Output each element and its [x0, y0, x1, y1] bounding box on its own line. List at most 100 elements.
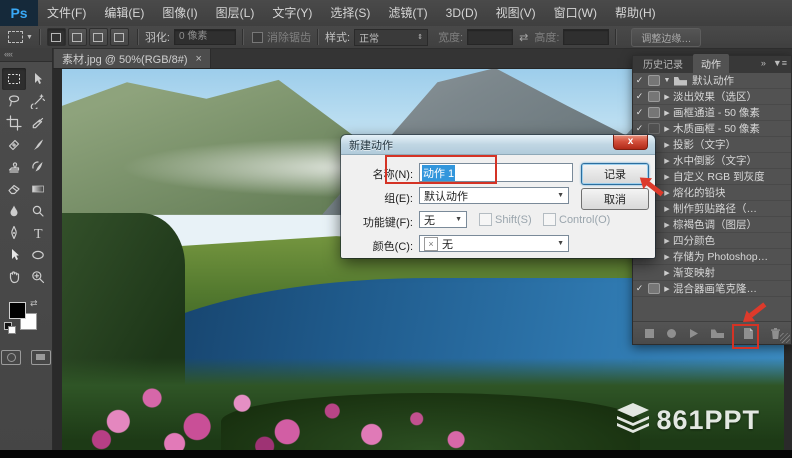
action-row[interactable]: ▶四分颜色: [633, 233, 791, 249]
swap-width-height-icon[interactable]: ⇄: [519, 31, 528, 44]
blur-tool-icon[interactable]: [2, 200, 26, 222]
collapse-tools-icon[interactable]: ««: [0, 48, 52, 62]
feather-input[interactable]: 0 像素: [174, 29, 236, 45]
clone-stamp-tool-icon[interactable]: [2, 156, 26, 178]
menu-item[interactable]: 窗口(W): [545, 0, 606, 26]
stop-icon[interactable]: [644, 328, 655, 339]
modal-dialog-toggle[interactable]: [646, 283, 661, 294]
zoom-tool-icon[interactable]: [26, 266, 50, 288]
action-row[interactable]: ✓▶混合器画笔克隆…: [633, 281, 791, 297]
expander-icon[interactable]: ▶: [661, 269, 673, 277]
color-dropdown[interactable]: × 无 ▼: [419, 235, 569, 252]
record-icon[interactable]: [666, 328, 677, 339]
subtract-from-selection-button[interactable]: [89, 28, 108, 46]
action-row[interactable]: ✓▶画框通道 - 50 像素: [633, 105, 791, 121]
intersect-selection-button[interactable]: [110, 28, 129, 46]
expander-icon[interactable]: ▶: [661, 205, 673, 213]
move-tool-icon[interactable]: [26, 68, 50, 90]
expander-icon[interactable]: ▶: [661, 285, 673, 293]
action-row[interactable]: ▶自定义 RGB 到灰度: [633, 169, 791, 185]
menu-item[interactable]: 图层(L): [207, 0, 264, 26]
tool-preset-picker[interactable]: ▼: [8, 31, 33, 43]
path-selection-tool-icon[interactable]: [2, 244, 26, 266]
brush-tool-icon[interactable]: [26, 134, 50, 156]
set-dropdown[interactable]: 默认动作▼: [419, 187, 569, 204]
action-row[interactable]: ▶制作剪贴路径（…: [633, 201, 791, 217]
gradient-tool-icon[interactable]: [26, 178, 50, 200]
width-input[interactable]: [467, 29, 513, 45]
action-row[interactable]: ▶投影（文字）: [633, 137, 791, 153]
menu-item[interactable]: 文字(Y): [263, 0, 321, 26]
action-row[interactable]: ✓▶淡出效果（选区）: [633, 89, 791, 105]
menu-item[interactable]: 图像(I): [153, 0, 206, 26]
eyedropper-tool-icon[interactable]: [26, 112, 50, 134]
menu-item[interactable]: 选择(S): [321, 0, 379, 26]
expander-icon[interactable]: ▶: [661, 253, 673, 261]
action-row[interactable]: ✓▶木质画框 - 50 像素: [633, 121, 791, 137]
ellipse-shape-tool-icon[interactable]: [26, 244, 50, 266]
panel-tab-actions[interactable]: 动作: [693, 54, 729, 73]
height-input[interactable]: [563, 29, 609, 45]
collapse-panel-icon[interactable]: »: [761, 58, 766, 68]
spot-healing-brush-tool-icon[interactable]: [2, 134, 26, 156]
item-check-toggle[interactable]: ✓: [633, 91, 646, 102]
action-row[interactable]: ▶渐变映射: [633, 265, 791, 281]
cancel-button[interactable]: 取消: [581, 188, 649, 210]
expander-icon[interactable]: ▶: [661, 157, 673, 165]
expander-icon[interactable]: ▶: [661, 109, 673, 117]
screen-mode-button[interactable]: [31, 350, 51, 365]
default-colors-icon[interactable]: [4, 322, 12, 330]
swap-colors-icon[interactable]: ⇄: [30, 298, 38, 309]
action-row[interactable]: ▶存储为 Photoshop…: [633, 249, 791, 265]
panel-tab-history[interactable]: 历史记录: [635, 54, 691, 73]
hand-tool-icon[interactable]: [2, 266, 26, 288]
foreground-color-swatch[interactable]: [9, 302, 26, 319]
add-to-selection-button[interactable]: [68, 28, 87, 46]
action-set-row[interactable]: ✓▼默认动作: [633, 73, 791, 89]
menu-item[interactable]: 视图(V): [487, 0, 545, 26]
item-check-toggle[interactable]: ✓: [633, 107, 646, 118]
quick-mask-button[interactable]: [1, 350, 21, 365]
modal-dialog-toggle[interactable]: [646, 107, 661, 118]
expander-icon[interactable]: ▶: [661, 93, 673, 101]
menu-item[interactable]: 编辑(E): [95, 0, 153, 26]
refine-edge-button[interactable]: 调整边缘…: [631, 28, 701, 47]
crop-tool-icon[interactable]: [2, 112, 26, 134]
pen-tool-icon[interactable]: [2, 222, 26, 244]
new-set-icon[interactable]: [710, 328, 725, 339]
action-row[interactable]: ▶棕褐色调（图层）: [633, 217, 791, 233]
modal-dialog-toggle[interactable]: [646, 91, 661, 102]
shift-checkbox[interactable]: Shift(S): [479, 213, 532, 226]
expander-icon[interactable]: ▶: [661, 173, 673, 181]
control-checkbox[interactable]: Control(O): [543, 213, 610, 226]
dialog-close-button[interactable]: x: [613, 135, 648, 150]
menu-item[interactable]: 文件(F): [38, 0, 95, 26]
expander-icon[interactable]: ▶: [661, 221, 673, 229]
new-selection-button[interactable]: [47, 28, 66, 46]
dodge-tool-icon[interactable]: [26, 200, 50, 222]
close-tab-icon[interactable]: ×: [196, 53, 202, 65]
anti-alias-checkbox[interactable]: [252, 32, 263, 43]
rectangular-marquee-tool-icon[interactable]: [2, 68, 26, 90]
item-check-toggle[interactable]: ✓: [633, 123, 646, 134]
document-tab[interactable]: 素材.jpg @ 50%(RGB/8#) ×: [54, 48, 211, 68]
style-dropdown[interactable]: 正常⇕: [354, 29, 428, 46]
play-icon[interactable]: [688, 328, 699, 339]
dialog-titlebar[interactable]: 新建动作 x: [341, 135, 655, 155]
menu-item[interactable]: 3D(D): [437, 0, 487, 26]
menu-item[interactable]: 帮助(H): [606, 0, 665, 26]
quick-selection-tool-icon[interactable]: [26, 90, 50, 112]
history-brush-tool-icon[interactable]: [26, 156, 50, 178]
function-key-dropdown[interactable]: 无▼: [419, 211, 467, 228]
expander-icon[interactable]: ▶: [661, 125, 673, 133]
action-row[interactable]: ▶水中倒影（文字）: [633, 153, 791, 169]
expander-icon[interactable]: ▶: [661, 237, 673, 245]
eraser-tool-icon[interactable]: [2, 178, 26, 200]
modal-dialog-toggle[interactable]: [646, 75, 661, 86]
type-tool-icon[interactable]: T: [26, 222, 50, 244]
modal-dialog-toggle[interactable]: [646, 123, 661, 134]
item-check-toggle[interactable]: ✓: [633, 283, 646, 294]
expander-icon[interactable]: ▼: [661, 77, 673, 84]
menu-item[interactable]: 滤镜(T): [379, 0, 436, 26]
lasso-tool-icon[interactable]: [2, 90, 26, 112]
